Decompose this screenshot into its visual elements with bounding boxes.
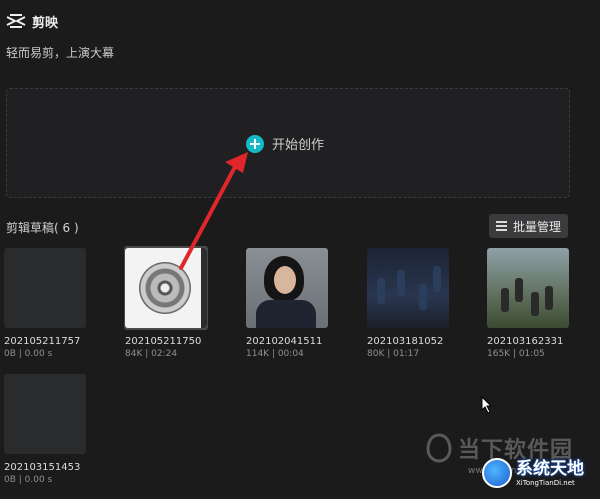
- drafts-title: 剪辑草稿( 6 ): [6, 221, 79, 235]
- app-name: 剪映: [32, 15, 59, 31]
- app-slogan: 轻而易剪，上演大幕: [6, 46, 115, 60]
- draft-meta: 80K | 01:17: [367, 349, 420, 359]
- draft-thumbnail[interactable]: [4, 374, 86, 454]
- draft-meta: 0B | 0.00 s: [4, 475, 53, 485]
- draft-name: 202103151453: [4, 462, 81, 473]
- badge-text: 系统天地: [516, 459, 584, 479]
- capcut-logo-icon: [6, 14, 26, 28]
- draft-card[interactable]: 202103151453 0B | 0.00 s: [4, 374, 86, 485]
- app-header: 剪映: [6, 10, 58, 32]
- draft-name: 202105211750: [125, 336, 202, 347]
- draft-thumbnail[interactable]: [487, 248, 569, 328]
- draft-name: 202103162331: [487, 336, 564, 347]
- badge-logo-icon: [482, 458, 512, 488]
- batch-manage-button[interactable]: 批量管理: [489, 214, 568, 238]
- mouse-cursor-icon: [481, 396, 493, 414]
- draft-thumbnail[interactable]: [367, 248, 449, 328]
- draft-meta: 165K | 01:05: [487, 349, 545, 359]
- draft-meta: 84K | 02:24: [125, 349, 178, 359]
- watermark-logo-icon: [426, 433, 452, 463]
- draft-meta: 114K | 00:04: [246, 349, 304, 359]
- badge-url: XiTongTianDi.net: [516, 479, 575, 487]
- start-create-label: 开始创作: [272, 138, 325, 153]
- draft-card[interactable]: 202103181052 80K | 01:17: [367, 248, 449, 359]
- start-create-button[interactable]: + 开始创作: [246, 134, 324, 153]
- draft-thumbnail[interactable]: [246, 248, 328, 328]
- draft-name: 202103181052: [367, 336, 444, 347]
- draft-name: 202105211757: [4, 336, 81, 347]
- batch-manage-label: 批量管理: [512, 219, 561, 234]
- audio-disc-icon: [139, 262, 191, 314]
- draft-card[interactable]: 202105211757 0B | 0.00 s: [4, 248, 86, 359]
- draft-name: 202102041511: [246, 336, 323, 347]
- thumbnail-side-strip: [201, 248, 207, 328]
- plus-icon: +: [246, 134, 264, 153]
- site-badge: 系统天地 XiTongTianDi.net: [482, 458, 584, 488]
- draft-card[interactable]: 202103162331 165K | 01:05: [487, 248, 569, 359]
- draft-card[interactable]: 202105211750 84K | 02:24: [125, 248, 207, 359]
- draft-meta: 0B | 0.00 s: [4, 349, 53, 359]
- draft-thumbnail[interactable]: [125, 248, 207, 328]
- draft-thumbnail[interactable]: [4, 248, 86, 328]
- draft-card[interactable]: 202102041511 114K | 00:04: [246, 248, 328, 359]
- list-icon: [495, 221, 507, 231]
